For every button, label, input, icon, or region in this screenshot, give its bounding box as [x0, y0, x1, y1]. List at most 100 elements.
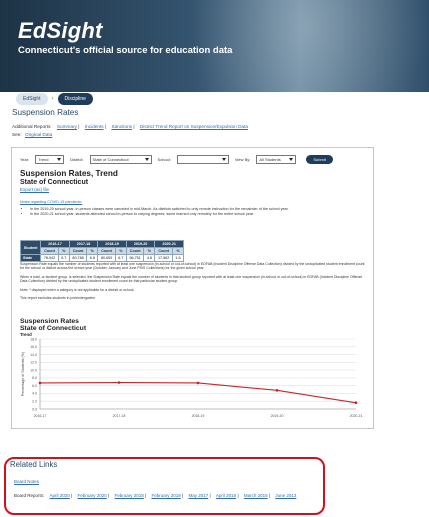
- separator: |: [145, 493, 147, 498]
- board-report-link[interactable]: February 2020: [78, 493, 107, 498]
- board-report-link[interactable]: February 2018: [114, 493, 143, 498]
- separator: |: [108, 493, 110, 498]
- separator: |: [209, 493, 211, 498]
- table-cell: 56,751: [125, 254, 145, 262]
- data-point: [354, 401, 358, 405]
- submit-button[interactable]: Submit: [306, 155, 333, 164]
- definition-paragraph: Note: * displayed when a category is not…: [20, 287, 135, 292]
- y-tick-label: 6.0: [32, 384, 37, 388]
- definition-paragraph: This report excludes students in prekind…: [20, 295, 96, 300]
- table-cell: 6.8: [86, 254, 99, 262]
- table-cell: 1.6: [171, 254, 185, 262]
- column-header-percent: %: [114, 247, 127, 255]
- report-header: Suspension Rates, Trend State of Connect…: [20, 169, 118, 193]
- original-data-link[interactable]: Original Data: [25, 132, 52, 137]
- view-label: View By:: [234, 157, 251, 162]
- site-logo[interactable]: EdSight: [18, 18, 103, 44]
- y-tick-label: 12.0: [30, 361, 37, 365]
- view-select[interactable]: All Students: [256, 155, 297, 164]
- chart-subtitle: State of Connecticut: [20, 325, 87, 333]
- board-report-link[interactable]: April 2016: [216, 493, 236, 498]
- board-report-link[interactable]: May 2017: [188, 493, 208, 498]
- data-point: [196, 381, 200, 385]
- breadcrumb-home[interactable]: EdSight: [16, 93, 48, 105]
- separator: |: [237, 493, 239, 498]
- notes-list: In the 2019-20 school year, in-person cl…: [30, 207, 358, 217]
- chart-title: Suspension Rates: [20, 318, 79, 325]
- separator: |: [268, 493, 271, 498]
- year-label: Year:: [20, 157, 30, 162]
- x-tick-label: 2018-19: [192, 414, 205, 418]
- report-link-district-trend[interactable]: District Trend Report on Suspension/Expu…: [140, 124, 248, 129]
- separator: |: [104, 124, 108, 129]
- school-select[interactable]: [176, 155, 229, 164]
- data-label: See:: [12, 132, 22, 137]
- breadcrumb: EdSight › Discipline: [16, 93, 93, 105]
- report-link-summary[interactable]: Summary: [57, 124, 77, 129]
- year-header: 2017-18: [68, 240, 99, 248]
- table-cell: 6.7: [57, 254, 70, 262]
- board-reports: Board Reports: April 2020 | February 202…: [14, 493, 296, 498]
- covid-notes: Notes regarding COVID-19 pandemic: In th…: [20, 200, 358, 218]
- year-header: 2016-17: [40, 240, 70, 248]
- separator: |: [182, 493, 184, 498]
- board-reports-label: Board Reports:: [14, 493, 45, 498]
- additional-reports: Additional Reports: Summary | Incidents …: [12, 124, 248, 129]
- suspension-table: Student 2016-17 2017-18 2018-19 2019-20 …: [19, 240, 185, 262]
- header-banner: EdSight Connecticut's official source fo…: [0, 0, 429, 92]
- y-tick-label: 8.0: [32, 376, 37, 380]
- note-item: In the 2019-20 school year, in-person cl…: [30, 207, 358, 212]
- related-links-title: Related Links: [10, 460, 58, 469]
- column-header-percent: %: [57, 247, 70, 255]
- y-tick-label: 0.0: [32, 407, 37, 411]
- column-header-count: Count: [68, 247, 88, 255]
- board-report-link[interactable]: April 2020: [50, 493, 70, 498]
- table-cell: 78,042: [40, 254, 59, 262]
- board-report-link[interactable]: February 2018: [151, 493, 180, 498]
- site-tagline: Connecticut's official source for educat…: [18, 45, 233, 56]
- board-report-link[interactable]: June 2013: [275, 493, 296, 498]
- notes-title[interactable]: Notes regarding COVID-19 pandemic:: [20, 200, 358, 205]
- data-point: [275, 388, 279, 392]
- report-subtitle: State of Connecticut: [20, 178, 89, 186]
- y-tick-label: 18.0: [30, 337, 37, 341]
- table-cell: 6.7: [114, 254, 127, 262]
- table-corner-header: Student: [19, 240, 42, 255]
- suspension-rate-chart: 0.0 2.0 4.0 6.0 8.0 10.0 12.0 14.0 16.0 18.0 2016-…: [21, 337, 363, 418]
- district-select[interactable]: State of Connecticut: [89, 155, 152, 164]
- column-header-count: Count: [125, 247, 145, 255]
- table-cell: 4.8: [143, 254, 156, 262]
- y-tick-label: 10.0: [30, 368, 37, 372]
- table-cell: 17,562: [154, 254, 173, 262]
- year-header: 2019-20: [125, 240, 156, 248]
- data-point: [117, 381, 121, 384]
- year-select[interactable]: Trend: [35, 155, 65, 164]
- report-title: Suspension Rates, Trend: [20, 169, 118, 178]
- note-item: In the 2020-21 school year, students att…: [30, 212, 358, 217]
- column-header-count: Count: [97, 247, 116, 255]
- x-tick-label: 2016-17: [34, 414, 47, 418]
- district-label: District:: [70, 157, 84, 162]
- year-header: 2018-19: [97, 240, 127, 248]
- x-tick-label: 2020-21: [350, 414, 363, 418]
- table-row: State 78,042 6.7 80,788 6.8 80,600 6.7 5…: [19, 254, 185, 262]
- column-header-percent: %: [143, 247, 156, 255]
- breadcrumb-current[interactable]: Discipline: [57, 93, 93, 105]
- y-tick-label: 2.0: [32, 400, 37, 404]
- board-report-link[interactable]: March 2015: [244, 493, 268, 498]
- definitions: Suspension Rate equals the number of stu…: [20, 262, 365, 304]
- breadcrumb-separator: ›: [51, 96, 54, 102]
- report-link-sanctions[interactable]: Sanctions: [111, 124, 132, 129]
- report-link-incidents[interactable]: Incidents: [85, 124, 104, 129]
- column-header-percent: %: [171, 247, 185, 255]
- row-label: State: [19, 254, 42, 262]
- x-tick-label: 2019-20: [271, 414, 284, 418]
- additional-reports-label: Additional Reports:: [12, 124, 52, 129]
- export-link[interactable]: Export (as) file: [20, 187, 118, 193]
- data-source: See: Original Data: [12, 132, 52, 137]
- x-tick-label: 2017-18: [113, 414, 126, 418]
- y-tick-label: 16.0: [30, 345, 37, 349]
- board-notes-link[interactable]: Board Notes: [14, 479, 39, 484]
- definition-paragraph: Suspension Rate equals the number of stu…: [20, 262, 365, 271]
- definition-paragraph: When a total, or student group, is selec…: [20, 274, 363, 284]
